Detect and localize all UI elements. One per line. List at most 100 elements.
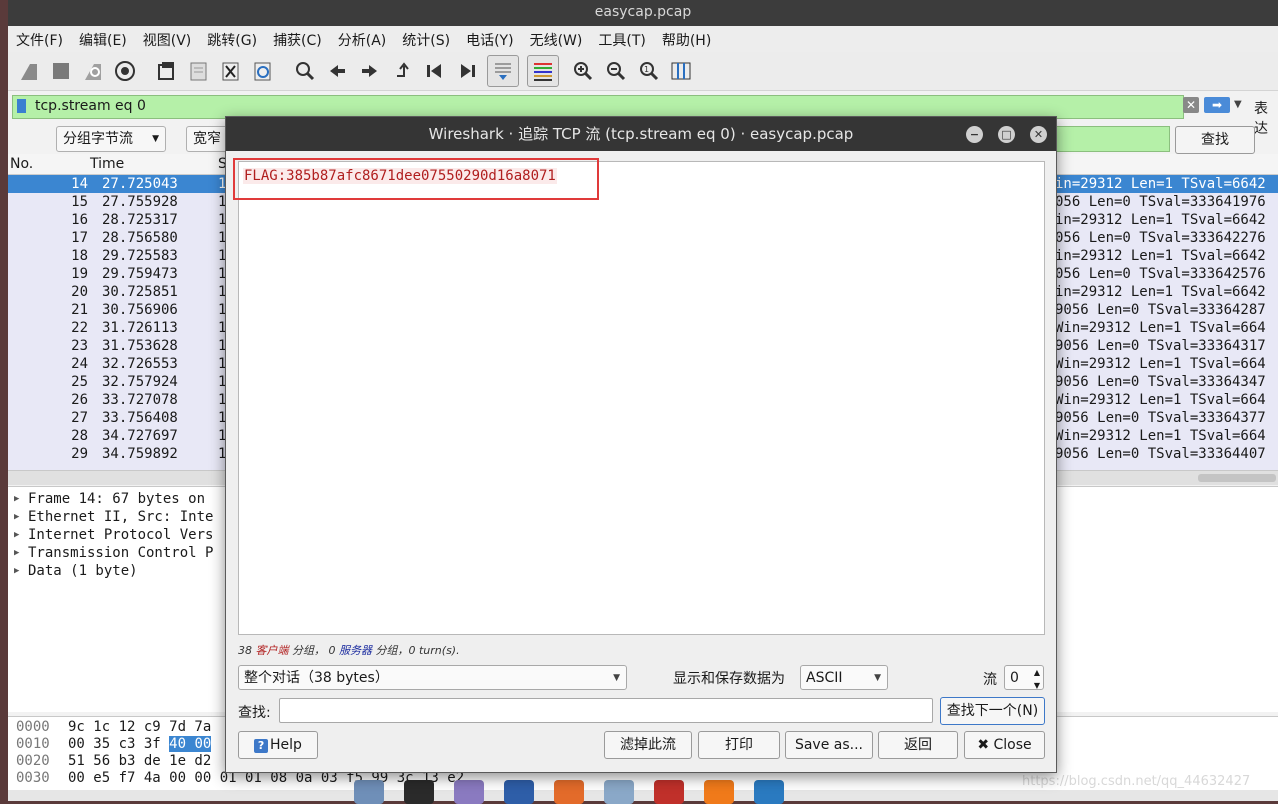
hex-line[interactable]: 0010 00 35 c3 3f 40 00 [16,736,212,753]
menu-help[interactable]: 帮助(H) [654,26,719,50]
menu-analyze[interactable]: 分析(A) [330,26,395,50]
detail-tree-item[interactable]: ▶ Ethernet II, Src: Inte [14,508,213,526]
hex-bytes: 00 35 c3 3f [68,736,170,752]
bookmark-icon[interactable] [17,99,26,113]
hex-line[interactable]: 0000 9c 1c 12 c9 7d 7a [16,719,211,736]
menu-edit[interactable]: 编辑(E) [71,26,135,50]
open-file-icon[interactable] [154,58,180,84]
menu-telephony[interactable]: 电话(Y) [458,26,521,50]
find-button[interactable]: 查找 [1175,126,1255,154]
packet-time: 33.756408 [102,410,178,426]
menu-go[interactable]: 跳转(G) [199,26,265,50]
first-packet-icon[interactable] [422,58,448,84]
save-as-button[interactable]: Save as... [785,731,873,759]
column-no[interactable]: No. [10,156,33,172]
expand-arrow-icon[interactable]: ▶ [14,562,28,580]
menu-statistics[interactable]: 统计(S) [394,26,458,50]
capture-options-icon[interactable] [112,58,138,84]
zoom-out-icon[interactable] [603,58,629,84]
restart-capture-icon[interactable] [80,58,106,84]
zoom-in-icon[interactable] [570,58,596,84]
colorize-icon[interactable] [527,55,559,87]
stop-capture-icon[interactable] [48,58,74,84]
find-field[interactable] [1048,126,1170,152]
burp-app-icon[interactable] [554,780,584,804]
last-packet-icon[interactable] [454,58,480,84]
menu-view[interactable]: 视图(V) [135,26,200,50]
print-button[interactable]: 打印 [698,731,780,759]
close-label: Close [993,737,1032,753]
detail-tree-item[interactable]: ▶ Frame 14: 67 bytes on [14,490,205,508]
expand-arrow-icon[interactable]: ▶ [14,490,28,508]
find-next-button[interactable]: 查找下一个(N) [940,697,1045,725]
hex-line[interactable]: 0020 51 56 b3 de 1e d2 [16,753,211,770]
show-save-label: 显示和保存数据为 [673,671,785,687]
close-file-icon[interactable] [218,58,244,84]
go-forward-icon[interactable] [356,58,382,84]
apply-filter-icon[interactable]: ➡ [1204,97,1230,113]
resize-columns-icon[interactable] [668,58,694,84]
editor-app-icon[interactable] [454,780,484,804]
start-capture-icon[interactable] [16,58,42,84]
back-button[interactable]: 返回 [878,731,958,759]
cherry-app-icon[interactable] [654,780,684,804]
metasploit-app-icon[interactable] [504,780,534,804]
spin-down-icon[interactable]: ▼ [1034,673,1040,698]
detail-tree-item[interactable]: ▶ Transmission Control P [14,544,213,562]
stream-number-value: 0 [1010,670,1019,686]
expand-arrow-icon[interactable]: ▶ [14,544,28,562]
minimize-icon[interactable]: − [966,126,983,143]
menu-wireless[interactable]: 无线(W) [522,26,591,50]
hex-bytes: 51 56 b3 de 1e d2 [68,753,212,769]
close-icon[interactable]: ✕ [1030,126,1047,143]
find-packet-icon[interactable] [292,58,318,84]
autoscroll-icon[interactable] [487,55,519,87]
menu-tools[interactable]: 工具(T) [590,26,653,50]
terminal-app-icon[interactable] [404,780,434,804]
hex-bytes: 9c 1c 12 c9 7d 7a [68,719,212,735]
packet-no: 23 [71,338,88,354]
stats-group-1: 分组， [292,644,325,657]
zoom-reset-icon[interactable]: 1 [636,58,662,84]
find-input[interactable] [279,698,933,723]
expand-arrow-icon[interactable]: ▶ [14,526,28,544]
packet-time: 29.725583 [102,248,178,264]
go-to-packet-icon[interactable] [390,58,416,84]
expand-arrow-icon[interactable]: ▶ [14,508,28,526]
wireshark-app-icon[interactable] [754,780,784,804]
go-back-icon[interactable] [324,58,350,84]
packet-time: 28.756580 [102,230,178,246]
client-label: 客户端 [255,644,289,657]
column-time[interactable]: Time [90,156,124,172]
menu-file[interactable]: 文件(F) [8,26,71,50]
menu-bar: 文件(F) 编辑(E) 视图(V) 跳转(G) 捕获(C) 分析(A) 统计(S) 电话(Y)… [8,26,1278,52]
detail-tree-item[interactable]: ▶ Data (1 byte) [14,562,138,580]
firefox-app-icon[interactable] [704,780,734,804]
packet-info: 056 Len=0 TSval=333642276 [1055,230,1266,246]
format-select[interactable]: ASCII ▼ [800,665,888,690]
filter-history-dropdown-icon[interactable]: ▼ [1234,99,1242,110]
save-file-icon[interactable] [186,58,212,84]
stream-content[interactable]: FLAG:385b87afc8671dee07550290d16a8071 [233,158,1045,635]
packet-no: 19 [71,266,88,282]
conversation-select[interactable]: 整个对话（38 bytes） ▼ [238,665,627,690]
packet-info: 9056 Len=0 TSval=33364407 [1055,446,1266,462]
packet-info: in=29312 Len=1 TSval=6642 [1055,284,1266,300]
reload-file-icon[interactable] [250,58,276,84]
packet-no: 22 [71,320,88,336]
menu-capture[interactable]: 捕获(C) [265,26,330,50]
close-button[interactable]: ✖ Close [964,731,1045,759]
maximize-icon[interactable]: □ [998,126,1015,143]
stream-number-spinner[interactable]: 0 ▲ ▼ [1004,665,1044,690]
filter-out-stream-button[interactable]: 滤掉此流 [604,731,692,759]
eye-app-icon[interactable] [604,780,634,804]
packet-no: 18 [71,248,88,264]
search-in-select[interactable]: 分组字节流 ▼ [56,126,166,152]
files-app-icon[interactable] [354,780,384,804]
clear-filter-icon[interactable]: ✕ [1183,97,1199,113]
dialog-title: Wireshark · 追踪 TCP 流 (tcp.stream eq 0) ·… [428,125,854,143]
help-button[interactable]: ? Help [238,731,318,759]
detail-tree-item[interactable]: ▶ Internet Protocol Vers [14,526,213,544]
scrollbar-thumb[interactable] [1198,474,1276,482]
packet-no: 24 [71,356,88,372]
